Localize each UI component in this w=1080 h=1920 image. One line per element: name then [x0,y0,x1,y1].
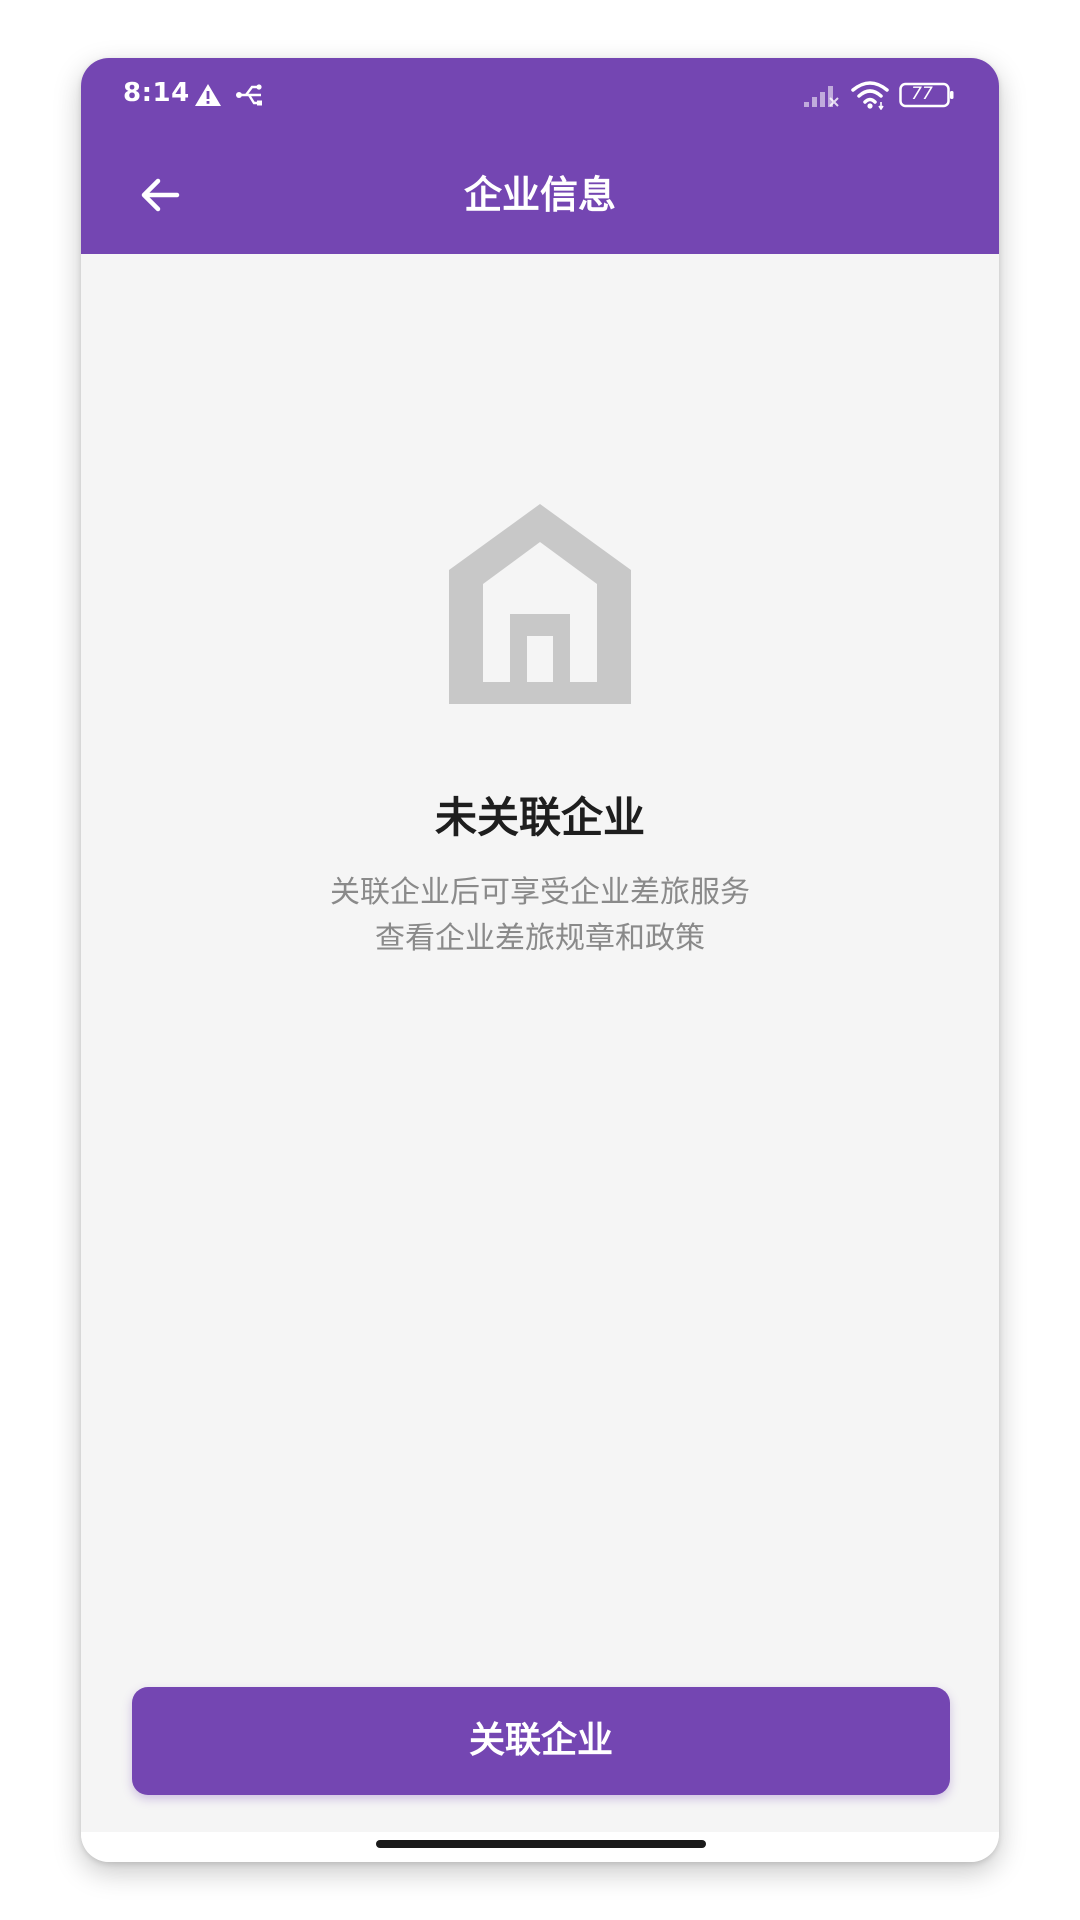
empty-state-description: 关联企业后可享受企业差旅服务 查看企业差旅规章和政策 [81,870,999,962]
link-company-button[interactable]: 关联企业 [132,1687,950,1795]
main-content: 未关联企业 关联企业后可享受企业差旅服务 查看企业差旅规章和政策 [81,254,999,1832]
battery-level: 77 [911,84,933,104]
wifi-icon [851,81,889,110]
empty-state-desc-line1: 关联企业后可享受企业差旅服务 [330,875,750,910]
back-button[interactable] [131,166,189,224]
house-icon [449,504,631,704]
phone-screen: 8:14 77 企业信息 未关联企业 关联企业后可享受企业差旅服务 查看企业差旅… [81,58,999,1862]
empty-state-desc-line2: 查看企业差旅规章和政策 [375,921,705,956]
status-time: 8:14 [123,78,190,108]
warning-icon [195,84,221,106]
usb-icon [236,84,262,106]
page-title: 企业信息 [463,173,616,217]
home-indicator[interactable] [376,1840,706,1848]
app-bar: 企业信息 [81,136,999,254]
arrow-left-icon [141,178,180,212]
empty-state-title: 未关联企业 [434,793,645,842]
signal-icon [804,86,839,107]
status-bar: 8:14 77 [81,58,999,136]
